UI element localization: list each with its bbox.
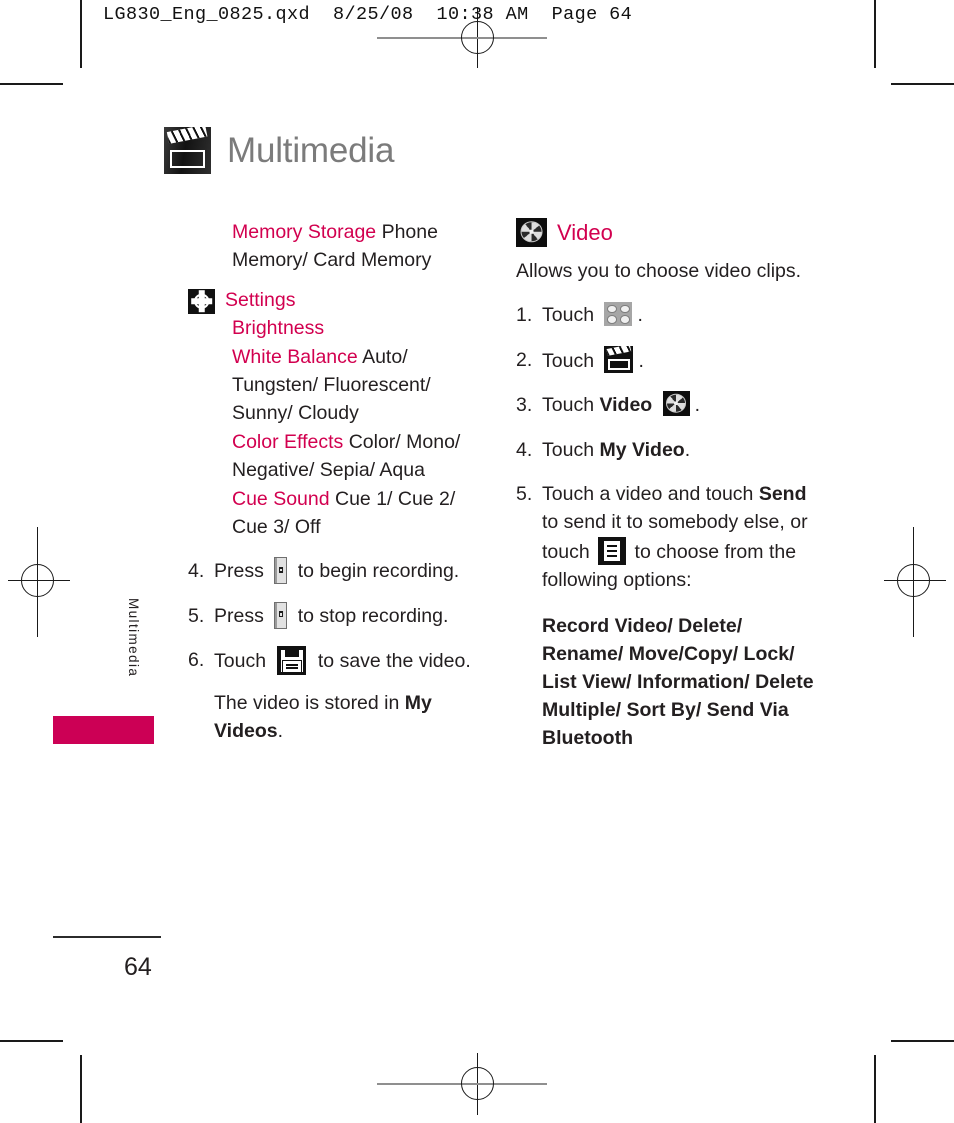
crop-mark-top-left-vertical [80, 0, 82, 68]
right-step-5-number: 5. [516, 483, 533, 506]
settings-heading: Settings [225, 288, 296, 311]
page-title-label: Multimedia [227, 131, 395, 170]
registration-mark-left [8, 527, 70, 637]
left-step-4-post: to begin recording. [297, 560, 460, 583]
registration-mark-bottom [377, 1053, 547, 1115]
settings-heading-row: Settings [188, 286, 488, 314]
right-step-3: 3. Touch Video . [516, 391, 826, 419]
video-options-list: Record Video/ Delete/ Rename/ Move/Copy/… [542, 614, 814, 749]
left-step-4: 4. Press to begin recording. [188, 557, 488, 585]
right-step-3-post: . [694, 394, 701, 417]
left-step-5-pre: Press [214, 604, 264, 627]
sidebar-chapter-tab-label: Multimedia [126, 598, 141, 678]
right-step-2-post: . [638, 349, 644, 372]
right-step-2-body: Touch . [542, 345, 826, 375]
side-key-icon [274, 601, 288, 629]
right-step-4-post: . [684, 438, 691, 461]
memory-storage-entry: Memory Storage Phone Memory/ Card Memory [188, 218, 488, 275]
film-reel-icon [516, 218, 547, 247]
right-step-3-pre: Touch [542, 394, 595, 417]
clapperboard-icon [164, 127, 211, 174]
right-step-3-bold: Video [599, 394, 653, 417]
white-balance-heading: White Balance [232, 345, 358, 368]
right-step-5: 5. Touch a video and touch Send to send … [516, 480, 826, 595]
settings-item-cue-sound: Cue Sound Cue 1/ Cue 2/ Cue 3/ Off [232, 485, 488, 542]
page-title: Multimedia [164, 127, 394, 174]
left-step-6-pre: Touch [214, 650, 267, 673]
menu-icon [598, 536, 627, 565]
right-step-5-part1: Touch a video and touch [542, 483, 759, 506]
crop-mark-top-right-horizontal [891, 83, 954, 85]
print-slug-header: LG830_Eng_0825.qxd 8/25/08 10:38 AM Page… [103, 4, 633, 25]
right-step-3-number: 3. [516, 394, 533, 417]
settings-item-color-effects: Color Effects Color/ Mono/ Negative/ Sep… [232, 428, 488, 485]
side-key-icon [274, 557, 288, 585]
right-step-4: 4. Touch My Video. [516, 436, 826, 464]
save-icon [277, 646, 307, 676]
cue-sound-heading: Cue Sound [232, 487, 330, 510]
left-step-6-post: to save the video. [317, 650, 471, 673]
video-section-heading-row: Video [516, 218, 826, 247]
settings-group: Settings Brightness White Balance Auto/ … [188, 286, 488, 542]
left-step-6-body: Touch to save the video. [214, 646, 488, 676]
note-text-before: The video is stored in [214, 691, 405, 714]
right-step-2-number: 2. [516, 348, 533, 371]
right-step-1-pre: Touch [542, 304, 595, 327]
left-step-5-body: Press to stop recording. [214, 601, 488, 630]
right-step-1-number: 1. [516, 304, 533, 327]
right-step-5-body: Touch a video and touch Send to send it … [542, 480, 826, 595]
right-step-2-pre: Touch [542, 349, 595, 372]
right-step-1-body: Touch . [542, 301, 826, 329]
crop-mark-bottom-left-vertical [80, 1055, 82, 1123]
settings-item-white-balance: White Balance Auto/ Tungsten/ Fluorescen… [232, 343, 488, 428]
right-step-4-pre: Touch [542, 438, 595, 461]
right-step-2: 2. Touch . [516, 345, 826, 375]
note-text-after: . [277, 720, 284, 743]
right-step-4-bold: My Video [599, 438, 685, 461]
clapperboard-icon [604, 345, 634, 373]
left-column: Memory Storage Phone Memory/ Card Memory… [188, 218, 488, 746]
footer-rule [53, 936, 161, 938]
left-step-4-body: Press to begin recording. [214, 557, 488, 585]
page-number: 64 [124, 953, 152, 981]
film-reel-icon [662, 391, 690, 417]
gear-icon [188, 288, 215, 314]
left-step-6: 6. Touch to save the video. [188, 646, 488, 676]
right-step-1-post: . [637, 304, 643, 327]
left-step-6-number: 6. [188, 649, 205, 672]
grid-icon [604, 302, 633, 327]
right-step-3-body: Touch Video . [542, 391, 826, 419]
memory-storage-heading: Memory Storage [232, 221, 377, 243]
left-step-5: 5. Press to stop recording. [188, 601, 488, 630]
settings-item-brightness: Brightness [232, 314, 488, 342]
crop-mark-top-left-horizontal [0, 83, 63, 85]
right-step-1: 1. Touch . [516, 301, 826, 329]
left-step-4-number: 4. [188, 560, 205, 583]
right-step-5-send-bold: Send [758, 483, 807, 506]
color-effects-heading: Color Effects [232, 430, 344, 453]
crop-mark-bottom-right-vertical [874, 1055, 876, 1123]
left-step-5-post: to stop recording. [297, 604, 449, 627]
right-column: Video Allows you to choose video clips. … [516, 218, 826, 752]
right-step-4-number: 4. [516, 438, 533, 461]
left-step-4-pre: Press [214, 560, 264, 583]
left-storage-note: The video is stored in My Videos. [188, 689, 488, 746]
brightness-heading: Brightness [232, 317, 325, 340]
crop-mark-top-right-vertical [874, 0, 876, 68]
sidebar-accent-bar [53, 716, 154, 744]
video-section-description: Allows you to choose video clips. [516, 260, 802, 282]
registration-mark-right [884, 527, 946, 637]
crop-mark-bottom-right-horizontal [891, 1040, 954, 1042]
video-section-heading: Video [557, 219, 613, 245]
left-step-5-number: 5. [188, 604, 205, 627]
right-step-4-body: Touch My Video. [542, 436, 826, 464]
crop-mark-bottom-left-horizontal [0, 1040, 63, 1042]
